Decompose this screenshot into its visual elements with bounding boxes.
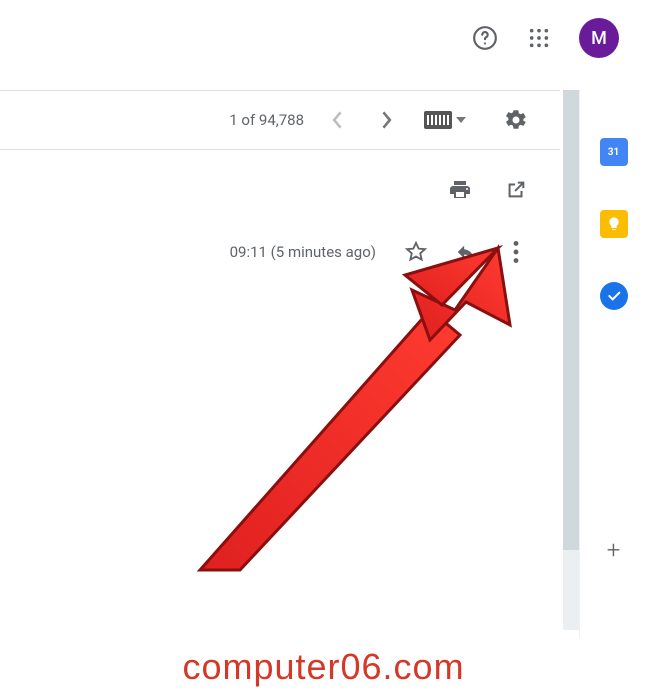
more-options-button[interactable] [502,238,530,266]
message-toolbar: 1 of 94,788 [0,90,560,150]
next-message-button[interactable] [366,100,406,140]
message-meta-row: 09:11 (5 minutes ago) [230,238,530,266]
help-icon[interactable] [471,24,499,52]
message-top-actions [446,176,530,204]
open-new-window-button[interactable] [502,176,530,204]
print-button[interactable] [446,176,474,204]
account-avatar[interactable]: M [579,18,619,58]
message-count: 1 of 94,788 [229,111,304,129]
tasks-app-icon[interactable] [600,282,628,310]
chevron-down-icon [456,117,466,123]
star-button[interactable] [402,238,430,266]
watermark-text: computer06.com [182,646,464,688]
calendar-app-icon[interactable]: 31 [600,138,628,166]
scrollbar-thumb[interactable] [563,90,579,550]
keyboard-icon [424,111,452,129]
message-pane: 09:11 (5 minutes ago) [0,150,560,698]
app-header: M [0,0,647,70]
reply-button[interactable] [452,238,480,266]
settings-button[interactable] [502,106,530,134]
add-addon-button[interactable]: + [607,536,621,564]
message-timestamp: 09:11 (5 minutes ago) [230,243,376,261]
header-actions: M [471,18,619,58]
side-panel: 31 + [579,90,647,638]
scrollbar[interactable] [563,90,579,630]
keep-app-icon[interactable] [600,210,628,238]
input-tools-button[interactable] [424,111,466,129]
apps-grid-icon[interactable] [525,24,553,52]
prev-message-button[interactable] [318,100,358,140]
